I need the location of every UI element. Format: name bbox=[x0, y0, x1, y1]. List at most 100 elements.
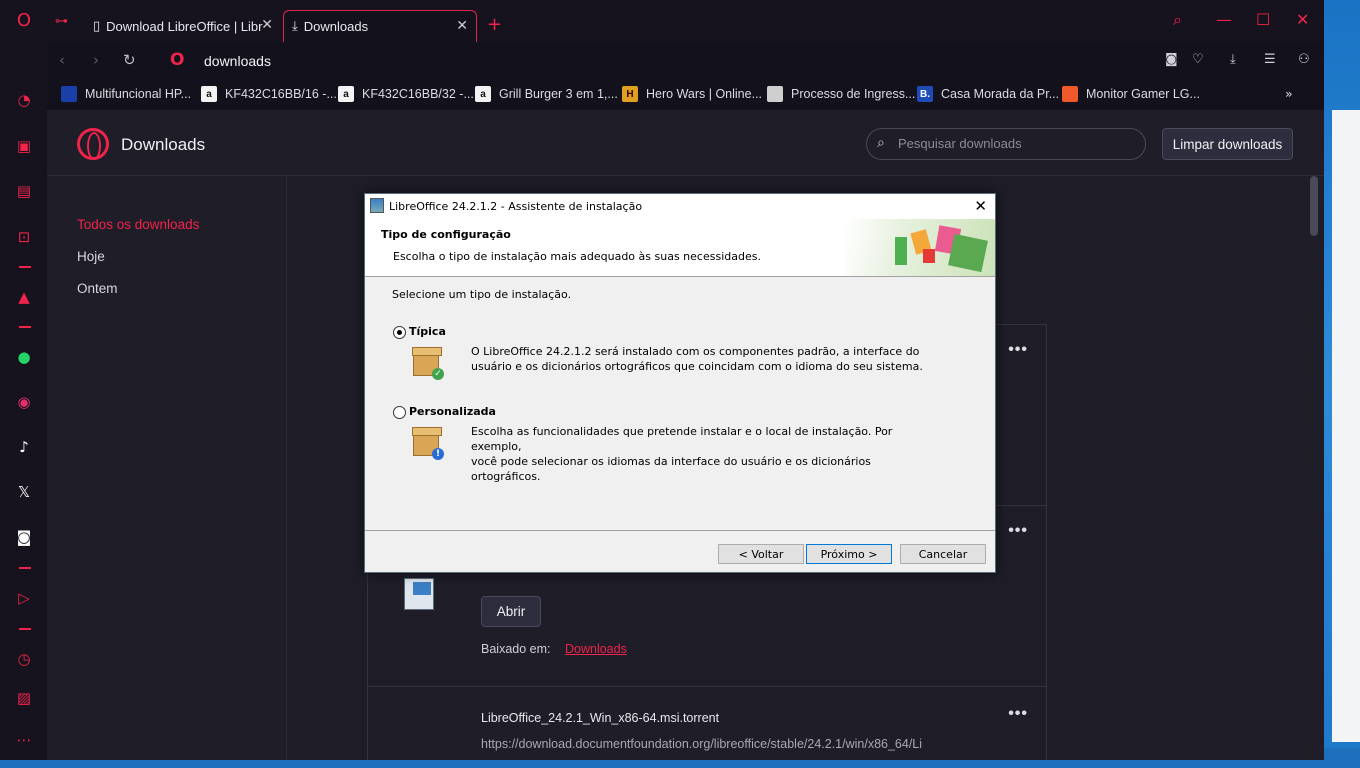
opera-sidebar: O ◔ ▣ ▤ ⊡ ▲ ● ◉ ♪ 𝕏 ◙ ▷ ◷ ▨ ⋯ bbox=[0, 0, 47, 760]
forward-icon[interactable]: › bbox=[93, 51, 99, 69]
camera-icon[interactable]: ◙ bbox=[1165, 52, 1178, 67]
speed-dial-icon[interactable]: ◔ bbox=[14, 90, 34, 110]
saved-in-label: Baixado em: bbox=[481, 642, 551, 656]
x-icon[interactable]: 𝕏 bbox=[14, 482, 34, 502]
downloads-icon[interactable]: ⤓ bbox=[1230, 52, 1236, 67]
more-options-icon[interactable]: ••• bbox=[1008, 522, 1028, 540]
sidebar-separator bbox=[19, 628, 31, 630]
description-line: usuário e os dicionários ortográficos qu… bbox=[471, 360, 923, 373]
tab-downloads[interactable]: ⤓ Downloads ✕ bbox=[283, 10, 477, 42]
description-line: O LibreOffice 24.2.1.2 será instalado co… bbox=[471, 345, 920, 358]
custom-radio[interactable] bbox=[393, 406, 406, 419]
footer-divider bbox=[365, 530, 995, 531]
profile-icon[interactable]: ⚇ bbox=[1298, 52, 1310, 67]
custom-label[interactable]: Personalizada bbox=[409, 405, 496, 418]
nav-today[interactable]: Hoje bbox=[77, 249, 105, 264]
easy-setup-icon[interactable]: ☰ bbox=[1264, 52, 1276, 67]
bookmark-item[interactable]: a Grill Burger 3 em 1,... bbox=[475, 86, 618, 102]
scrollbar[interactable] bbox=[1310, 176, 1318, 236]
more-options-icon[interactable]: ••• bbox=[1008, 341, 1028, 359]
gamepad-icon[interactable]: ⊶ bbox=[55, 14, 68, 29]
more-bookmarks-icon[interactable]: » bbox=[1285, 86, 1293, 101]
bookmark-item[interactable]: Processo de Ingress... bbox=[767, 86, 915, 102]
heart-icon[interactable]: ♡ bbox=[1192, 52, 1204, 67]
downloads-header: Downloads ⌕ Limpar downloads bbox=[47, 111, 1324, 176]
saved-in-link[interactable]: Downloads bbox=[565, 642, 627, 656]
tiktok-icon[interactable]: ♪ bbox=[14, 437, 34, 457]
dialog-prompt: Selecione um tipo de instalação. bbox=[392, 288, 572, 301]
close-tab-icon[interactable]: ✕ bbox=[456, 18, 468, 34]
banner-shape bbox=[923, 249, 935, 263]
back-button[interactable]: < Voltar bbox=[718, 544, 804, 564]
tab-bar: ⊶ ▯ Download LibreOffice | Libr ✕ ⤓ Down… bbox=[47, 0, 1324, 42]
page-icon: ▯ bbox=[93, 18, 101, 34]
installer-file-icon bbox=[404, 578, 434, 610]
dialog-subheading: Escolha o tipo de instalação mais adequa… bbox=[393, 250, 761, 263]
info-badge-icon: ! bbox=[432, 448, 444, 460]
twitch-icon[interactable]: ▤ bbox=[14, 181, 34, 201]
aria-ai-icon[interactable]: ▲ bbox=[14, 287, 34, 307]
maximize-icon[interactable]: ☐ bbox=[1256, 10, 1270, 29]
opera-logo-icon bbox=[77, 128, 109, 160]
close-window-icon[interactable]: ✕ bbox=[1296, 10, 1309, 29]
nav-yesterday[interactable]: Ontem bbox=[77, 281, 118, 296]
player-icon[interactable]: ▷ bbox=[14, 588, 34, 608]
typical-label[interactable]: Típica bbox=[409, 325, 446, 338]
opera-menu-icon[interactable]: O bbox=[14, 10, 34, 31]
bookmark-item[interactable]: Multifuncional HP... bbox=[61, 86, 191, 102]
bookmark-label: Processo de Ingress... bbox=[791, 87, 916, 101]
more-options-icon[interactable]: ••• bbox=[1008, 705, 1028, 723]
close-tab-icon[interactable]: ✕ bbox=[261, 17, 273, 33]
amazon-favicon-icon: a bbox=[201, 86, 217, 102]
next-button[interactable]: Próximo > bbox=[806, 544, 892, 564]
more-icon[interactable]: ⋯ bbox=[14, 730, 34, 750]
back-icon[interactable]: ‹ bbox=[59, 51, 65, 69]
nav-all-downloads[interactable]: Todos os downloads bbox=[77, 217, 199, 232]
clear-downloads-button[interactable]: Limpar downloads bbox=[1162, 128, 1293, 160]
gx-corner-icon[interactable]: ⊡ bbox=[14, 227, 34, 247]
dialog-heading: Tipo de configuração bbox=[381, 228, 511, 241]
instagram-icon[interactable]: ◉ bbox=[14, 392, 34, 412]
search-tabs-icon[interactable]: ⌕ bbox=[1173, 10, 1182, 30]
banner-shape bbox=[948, 233, 988, 273]
new-tab-icon[interactable]: + bbox=[487, 14, 502, 35]
typical-radio[interactable] bbox=[393, 326, 406, 339]
tab-label: Download LibreOffice | Libr bbox=[106, 18, 263, 34]
url-field[interactable]: downloads bbox=[204, 53, 271, 69]
bookmark-item[interactable]: Monitor Gamer LG... bbox=[1062, 86, 1200, 102]
address-bar: ‹ › ↻ O downloads ◙ ♡ ⤓ ☰ ⚇ bbox=[47, 42, 1324, 80]
typical-description: O LibreOffice 24.2.1.2 será instalado co… bbox=[471, 344, 941, 374]
file-url[interactable]: https://download.documentfoundation.org/… bbox=[481, 737, 922, 751]
sidebar-separator bbox=[19, 266, 31, 268]
history-icon[interactable]: ◷ bbox=[14, 649, 34, 669]
search-input[interactable] bbox=[898, 136, 1138, 151]
search-icon: ⌕ bbox=[877, 135, 885, 151]
minimize-icon[interactable]: — bbox=[1216, 10, 1232, 29]
bookmark-item[interactable]: a KF432C16BB/32 -... bbox=[338, 86, 474, 102]
bookmark-item[interactable]: a KF432C16BB/16 -... bbox=[201, 86, 337, 102]
open-button[interactable]: Abrir bbox=[481, 596, 541, 627]
document-favicon-icon bbox=[767, 86, 783, 102]
bookmarks-bar: Multifuncional HP... a KF432C16BB/16 -...… bbox=[47, 80, 1324, 111]
dialog-banner: Tipo de configuração Escolha o tipo de i… bbox=[365, 219, 995, 277]
opera-logo-icon: O bbox=[170, 50, 185, 70]
bookmark-label: Casa Morada da Pr... bbox=[941, 87, 1060, 101]
cancel-button[interactable]: Cancelar bbox=[900, 544, 986, 564]
file-name[interactable]: LibreOffice_24.2.1_Win_x86-64.msi.torren… bbox=[481, 711, 719, 725]
bookmark-label: Hero Wars | Online... bbox=[646, 87, 763, 101]
whatsapp-icon[interactable]: ● bbox=[14, 347, 34, 367]
dialog-title: LibreOffice 24.2.1.2 - Assistente de ins… bbox=[389, 200, 643, 213]
amazon-favicon-icon: a bbox=[475, 86, 491, 102]
discord-icon[interactable]: ◙ bbox=[14, 527, 34, 547]
reload-icon[interactable]: ↻ bbox=[123, 51, 136, 69]
bookmark-item[interactable]: H Hero Wars | Online... bbox=[622, 86, 762, 102]
tab-libreoffice[interactable]: ▯ Download LibreOffice | Libr ✕ bbox=[85, 10, 281, 42]
bookmark-item[interactable]: B. Casa Morada da Pr... bbox=[917, 86, 1059, 102]
bookmark-label: Monitor Gamer LG... bbox=[1086, 87, 1200, 101]
snapshot-icon[interactable]: ▨ bbox=[14, 688, 34, 708]
installer-screen-icon bbox=[413, 582, 431, 595]
close-icon[interactable]: ✕ bbox=[974, 197, 987, 215]
page-title: Downloads bbox=[121, 135, 206, 154]
bookmark-label: KF432C16BB/32 -... bbox=[362, 87, 474, 101]
aria-icon[interactable]: ▣ bbox=[14, 136, 34, 156]
